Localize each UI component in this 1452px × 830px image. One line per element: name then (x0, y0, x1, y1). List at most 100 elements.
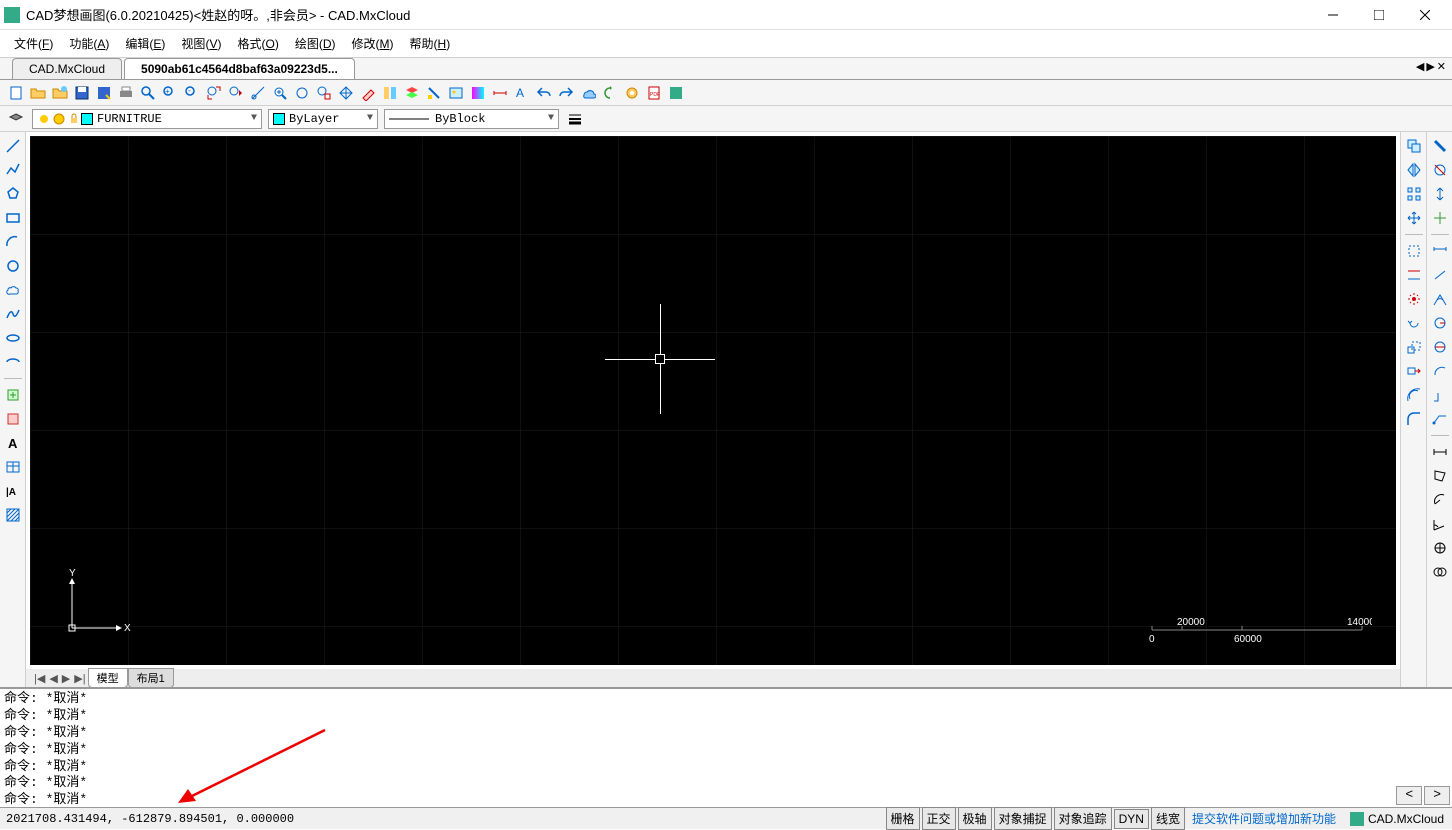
zoom-out-icon[interactable]: - (182, 83, 202, 103)
print-icon[interactable] (116, 83, 136, 103)
trim-icon[interactable] (1404, 241, 1424, 261)
redo-icon[interactable] (556, 83, 576, 103)
layout-next-icon[interactable]: ▶ (60, 672, 72, 685)
gradient-icon[interactable] (468, 83, 488, 103)
linetype-combo[interactable]: ByBlock ▼ (384, 109, 559, 129)
open-icon[interactable] (28, 83, 48, 103)
layer-combo[interactable]: FURNITRUE ▼ (32, 109, 262, 129)
mtext-icon[interactable]: |A (3, 481, 23, 501)
ellipse-arc-icon[interactable] (3, 352, 23, 372)
layout1-tab[interactable]: 布局1 (128, 668, 174, 688)
menu-file[interactable]: 文件(F) (6, 31, 61, 56)
dim-aligned-icon[interactable] (1430, 265, 1450, 285)
image-icon[interactable] (446, 83, 466, 103)
menu-draw[interactable]: 绘图(D) (287, 31, 344, 56)
zoom-extents-icon[interactable] (204, 83, 224, 103)
scale-icon[interactable] (1404, 337, 1424, 357)
arc-icon[interactable] (3, 232, 23, 252)
cloud-sync-icon[interactable] (578, 83, 598, 103)
tab-prev-icon[interactable]: ◀ (1416, 60, 1424, 73)
polygon-icon[interactable] (3, 184, 23, 204)
text-style-icon[interactable]: A (512, 83, 532, 103)
chamfer-icon[interactable] (1430, 208, 1450, 228)
zoom-object-icon[interactable] (314, 83, 334, 103)
erase-icon[interactable] (358, 83, 378, 103)
match-prop-icon[interactable] (1430, 136, 1450, 156)
make-block-icon[interactable] (3, 409, 23, 429)
dim-angular-icon[interactable] (1430, 289, 1450, 309)
save-icon[interactable] (72, 83, 92, 103)
menu-format[interactable]: 格式(O) (229, 31, 286, 56)
extend-icon[interactable] (1404, 265, 1424, 285)
fillet-icon[interactable] (1404, 409, 1424, 429)
zoom-realtime-icon[interactable] (270, 83, 290, 103)
toggle-lwt[interactable]: 线宽 (1151, 807, 1185, 830)
copy-icon[interactable] (1404, 136, 1424, 156)
export-pdf-icon[interactable]: PDF (644, 83, 664, 103)
app-icon[interactable] (666, 83, 686, 103)
text-icon[interactable]: A (3, 433, 23, 453)
move-icon[interactable] (1404, 208, 1424, 228)
toggle-otrack[interactable]: 对象追踪 (1054, 807, 1112, 830)
refresh-icon[interactable] (600, 83, 620, 103)
tab-close-icon[interactable]: ✕ (1437, 60, 1446, 73)
model-tab[interactable]: 模型 (88, 668, 128, 688)
layout-first-icon[interactable]: |◀ (32, 672, 47, 685)
polyline-icon[interactable] (3, 160, 23, 180)
lineweight-icon[interactable] (565, 109, 585, 129)
open-cloud-icon[interactable] (50, 83, 70, 103)
offset-icon[interactable] (1404, 385, 1424, 405)
menu-function[interactable]: 功能(A) (61, 31, 117, 56)
circle-icon[interactable] (3, 256, 23, 276)
array-icon[interactable] (1404, 184, 1424, 204)
dim-style-icon[interactable] (490, 83, 510, 103)
layers-icon[interactable] (402, 83, 422, 103)
doc-tab[interactable]: CAD.MxCloud (12, 58, 122, 79)
cmd-scroll-right-icon[interactable]: > (1424, 786, 1450, 805)
measure-dist-icon[interactable] (1430, 442, 1450, 462)
stretch-icon[interactable] (1404, 361, 1424, 381)
match-icon[interactable] (424, 83, 444, 103)
toggle-polar[interactable]: 极轴 (958, 807, 992, 830)
menu-edit[interactable]: 编辑(E) (117, 31, 173, 56)
feedback-link[interactable]: 提交软件问题或增加新功能 (1186, 810, 1342, 827)
command-history[interactable]: 命令: *取消* 命令: *取消* 命令: *取消* 命令: *取消* 命令: … (0, 689, 1452, 807)
line-icon[interactable] (3, 136, 23, 156)
measure-area-icon[interactable] (1430, 466, 1450, 486)
properties-icon[interactable] (380, 83, 400, 103)
zoom-in-icon[interactable]: + (160, 83, 180, 103)
toggle-grid[interactable]: 栅格 (886, 807, 920, 830)
join-icon[interactable] (1430, 184, 1450, 204)
rectangle-icon[interactable] (3, 208, 23, 228)
saveas-icon[interactable] (94, 83, 114, 103)
ellipse-icon[interactable] (3, 328, 23, 348)
settings-icon[interactable] (622, 83, 642, 103)
tab-next-icon[interactable]: ▶ (1426, 60, 1434, 73)
dim-diameter-icon[interactable] (1430, 337, 1450, 357)
dim-arc-icon[interactable] (1430, 361, 1450, 381)
menu-modify[interactable]: 修改(M) (344, 31, 402, 56)
toggle-osnap[interactable]: 对象捕捉 (994, 807, 1052, 830)
table-icon[interactable] (3, 457, 23, 477)
revcloud-icon[interactable] (3, 280, 23, 300)
insert-block-icon[interactable] (3, 385, 23, 405)
toggle-dyn[interactable]: DYN (1114, 809, 1149, 829)
toggle-ortho[interactable]: 正交 (922, 807, 956, 830)
dim-ordinate-icon[interactable] (1430, 385, 1450, 405)
measure-radius-icon[interactable] (1430, 490, 1450, 510)
color-combo[interactable]: ByLayer ▼ (268, 109, 378, 129)
menu-view[interactable]: 视图(V) (173, 31, 229, 56)
explode-icon[interactable] (1404, 289, 1424, 309)
measure-angle-icon[interactable] (1430, 514, 1450, 534)
layout-last-icon[interactable]: ▶| (72, 672, 87, 685)
zoom-window-icon[interactable] (138, 83, 158, 103)
maximize-button[interactable] (1356, 0, 1402, 30)
layout-prev-icon[interactable]: ◀ (47, 672, 59, 685)
measure-list-icon[interactable] (1430, 562, 1450, 582)
doc-tab-active[interactable]: 5090ab61c4564d8baf63a09223d5... (124, 58, 355, 79)
measure-vol-icon[interactable] (1430, 538, 1450, 558)
new-icon[interactable] (6, 83, 26, 103)
zoom-center-icon[interactable] (292, 83, 312, 103)
minimize-button[interactable] (1310, 0, 1356, 30)
undo-icon[interactable] (534, 83, 554, 103)
